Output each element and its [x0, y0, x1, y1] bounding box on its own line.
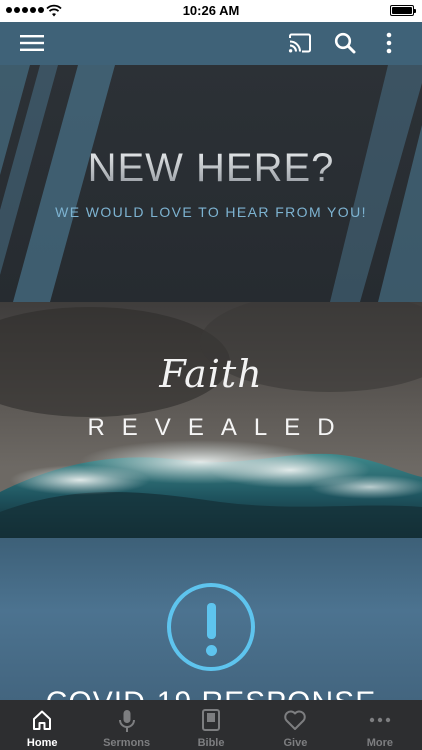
status-bar: 10:26 AM	[0, 0, 422, 22]
tab-bible-label: Bible	[197, 737, 225, 749]
status-time: 10:26 AM	[182, 3, 240, 18]
new-here-title: NEW HERE?	[0, 146, 422, 191]
faith-script-text: Faith	[159, 352, 263, 396]
tab-home-label: Home	[26, 737, 58, 749]
tab-sermons[interactable]: Sermons	[84, 700, 168, 750]
new-here-banner[interactable]: NEW HERE? WE WOULD LOVE TO HEAR FROM YOU…	[0, 65, 422, 302]
tab-give-label: Give	[283, 737, 308, 749]
tab-bar: Home Sermons Bible Give More	[0, 700, 422, 750]
bible-icon	[202, 709, 221, 731]
tab-give[interactable]: Give	[253, 700, 337, 750]
home-icon	[33, 710, 52, 730]
tab-bible[interactable]: Bible	[169, 700, 253, 750]
revealed-text: REVEALED	[87, 414, 352, 441]
tab-more-label: More	[366, 737, 393, 749]
app-bar	[0, 22, 422, 65]
heart-icon	[284, 710, 307, 730]
search-icon[interactable]	[332, 30, 358, 56]
exclamation-circle-icon	[167, 583, 255, 671]
battery-icon	[390, 5, 416, 16]
cast-icon[interactable]	[287, 30, 313, 56]
tab-home[interactable]: Home	[0, 700, 84, 750]
tab-sermons-label: Sermons	[103, 737, 151, 749]
faith-revealed-banner[interactable]: Faith REVEALED	[0, 302, 422, 538]
covid-response-banner[interactable]: COVID-19 RESPONSE	[0, 538, 422, 700]
more-horizontal-icon	[369, 717, 391, 723]
tab-more[interactable]: More	[338, 700, 422, 750]
new-here-subtitle: WE WOULD LOVE TO HEAR FROM YOU!	[55, 204, 367, 220]
menu-icon[interactable]	[19, 30, 45, 56]
covid-response-title: COVID-19 RESPONSE	[0, 686, 422, 700]
more-vertical-icon[interactable]	[376, 30, 402, 56]
microphone-icon	[118, 710, 135, 732]
